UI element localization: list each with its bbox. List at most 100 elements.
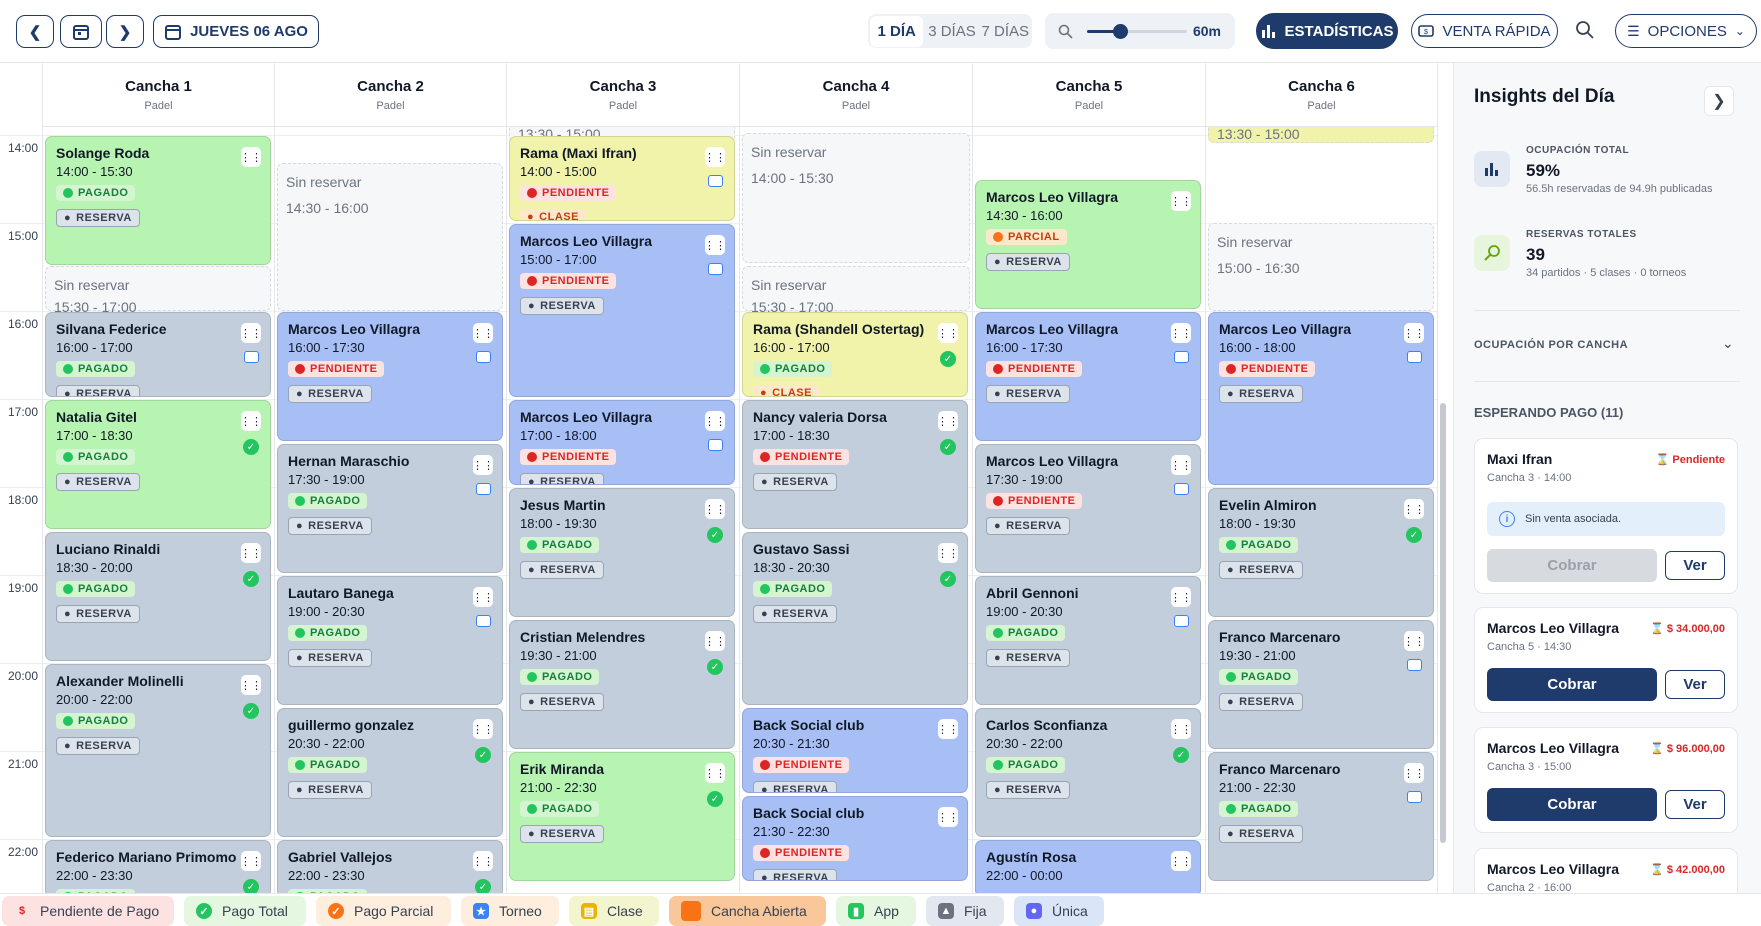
drag-handle-icon[interactable]: ⋮⋮ xyxy=(472,719,494,739)
booking-card[interactable]: Silvana Federice 16:00 - 17:00 PAGADO ● RESE… xyxy=(45,312,271,397)
cobrar-button[interactable]: Cobrar xyxy=(1487,668,1657,701)
legend-fixed[interactable]: ▲ Fija xyxy=(926,896,1004,926)
drag-handle-icon[interactable]: ⋮⋮ xyxy=(240,543,262,563)
booking-card[interactable]: Franco Marcenaro 19:30 - 21:00 PAGADO ● RESE… xyxy=(1208,620,1434,749)
booking-card[interactable]: Marcos Leo Villagra 16:00 - 17:30 PENDIENT… xyxy=(975,312,1201,441)
booking-card[interactable]: Lautaro Banega 19:00 - 20:30 PAGADO ● RESERV… xyxy=(277,576,503,705)
drag-handle-icon[interactable]: ⋮⋮ xyxy=(937,807,959,827)
booking-card[interactable]: Rama (Shandell Ostertag) 16:00 - 17:00 PAG… xyxy=(742,312,968,397)
free-slot[interactable]: Sin reservar 14:00 - 15:30 xyxy=(742,133,970,263)
booking-card[interactable]: Cristian Melendres 19:30 - 21:00 PAGADO ● RE… xyxy=(509,620,735,749)
free-slot[interactable]: Sin reservar 15:00 - 16:30 xyxy=(1208,223,1434,311)
booking-card[interactable]: Jesus Martin 18:00 - 19:30 PAGADO ● RESERVA ⋮… xyxy=(509,488,735,617)
free-slot[interactable]: Sin reservar 15:30 - 17:00 xyxy=(742,266,970,315)
drag-handle-icon[interactable]: ⋮⋮ xyxy=(937,411,959,431)
booking-card[interactable]: Gustavo Sassi 18:30 - 20:30 PAGADO ● RESERVA… xyxy=(742,532,968,705)
zoom-slider-handle[interactable] xyxy=(1113,24,1128,39)
drag-handle-icon[interactable]: ⋮⋮ xyxy=(704,763,726,783)
booking-card[interactable]: Agustín Rosa22:00 - 00:00●⋮⋮ xyxy=(975,840,1201,893)
booking-card[interactable]: Marcos Leo Villagra 16:00 - 17:30 PENDIENT… xyxy=(277,312,503,441)
view-7-days[interactable]: 7 DÍAS xyxy=(979,23,1032,40)
next-day-button[interactable]: ❯ xyxy=(106,15,144,48)
drag-handle-icon[interactable]: ⋮⋮ xyxy=(472,851,494,871)
booking-card[interactable]: Back Social club 20:30 - 21:30 PENDIENTE ● R… xyxy=(742,708,968,793)
booking-card[interactable]: Marcos Leo Villagra 17:00 - 18:00 PENDIENT… xyxy=(509,400,735,485)
quick-sale-button[interactable]: $ VENTA RÁPIDA xyxy=(1411,14,1558,48)
booking-card[interactable]: Solange Roda 14:00 - 15:30 PAGADO ● RESERVA ⋮… xyxy=(45,136,271,265)
drag-handle-icon[interactable]: ⋮⋮ xyxy=(704,499,726,519)
drag-handle-icon[interactable]: ⋮⋮ xyxy=(704,147,726,167)
legend-app[interactable]: ▮ App xyxy=(836,896,916,926)
view-1-day[interactable]: 1 DÍA xyxy=(870,15,924,47)
legend-open-court[interactable]: Cancha Abierta xyxy=(669,896,826,926)
booking-card[interactable]: Marcos Leo Villagra 14:30 - 16:00 PARCIAL ●… xyxy=(975,180,1201,309)
drag-handle-icon[interactable]: ⋮⋮ xyxy=(704,631,726,651)
legend-pending[interactable]: $ Pendiente de Pago xyxy=(2,896,174,926)
drag-handle-icon[interactable]: ⋮⋮ xyxy=(1170,323,1192,343)
drag-handle-icon[interactable]: ⋮⋮ xyxy=(1170,851,1192,871)
drag-handle-icon[interactable]: ⋮⋮ xyxy=(1170,191,1192,211)
drag-handle-icon[interactable]: ⋮⋮ xyxy=(937,323,959,343)
booking-card[interactable]: Nancy valeria Dorsa 17:00 - 18:30 PENDIENT… xyxy=(742,400,968,529)
booking-card[interactable]: Erik Miranda 21:00 - 22:30 PAGADO ● RESERVA ⋮… xyxy=(509,752,735,881)
booking-card[interactable]: Hernan Maraschio 17:30 - 19:00 PAGADO ● RESE… xyxy=(277,444,503,573)
booking-card[interactable]: guillermo gonzalez 20:30 - 22:00 PAGADO ● RE… xyxy=(277,708,503,837)
drag-handle-icon[interactable]: ⋮⋮ xyxy=(1170,455,1192,475)
free-slot[interactable]: Sin reservar 15:30 - 17:00 xyxy=(45,266,271,315)
booking-card[interactable]: Back Social club 21:30 - 22:30 PENDIENTE ● R… xyxy=(742,796,968,881)
calendar-button[interactable] xyxy=(60,15,102,48)
cobrar-button[interactable]: Cobrar xyxy=(1487,549,1657,582)
drag-handle-icon[interactable]: ⋮⋮ xyxy=(240,323,262,343)
drag-handle-icon[interactable]: ⋮⋮ xyxy=(1403,631,1425,651)
booking-card[interactable]: Alexander Molinelli 20:00 - 22:00 PAGADO ● R… xyxy=(45,664,271,837)
free-slot[interactable]: Sin reservar 14:30 - 16:00 xyxy=(277,163,503,311)
booking-card[interactable]: Abril Gennoni 19:00 - 20:30 PAGADO ● RESERVA… xyxy=(975,576,1201,705)
chevron-down-icon[interactable]: ⌄ xyxy=(1722,335,1734,352)
drag-handle-icon[interactable]: ⋮⋮ xyxy=(1403,323,1425,343)
drag-handle-icon[interactable]: ⋮⋮ xyxy=(704,235,726,255)
drag-handle-icon[interactable]: ⋮⋮ xyxy=(240,851,262,871)
drag-handle-icon[interactable]: ⋮⋮ xyxy=(472,587,494,607)
booking-card[interactable]: Natalia Gitel 17:00 - 18:30 PAGADO ● RESERVA… xyxy=(45,400,271,529)
booking-card[interactable]: Marcos Leo Villagra 16:00 - 18:00 PENDIENT… xyxy=(1208,312,1434,485)
legend-tournament[interactable]: ★ Torneo xyxy=(461,896,559,926)
cobrar-button[interactable]: Cobrar xyxy=(1487,788,1657,821)
booking-card[interactable]: Evelin Almiron 18:00 - 19:30 PAGADO ● RESERV… xyxy=(1208,488,1434,617)
booking-card[interactable]: Luciano Rinaldi 18:30 - 20:00 PAGADO ● RESER… xyxy=(45,532,271,661)
booking-card[interactable]: Franco Marcenaro 21:00 - 22:30 PAGADO ● RESE… xyxy=(1208,752,1434,881)
view-3-days[interactable]: 3 DÍAS xyxy=(925,23,978,40)
drag-handle-icon[interactable]: ⋮⋮ xyxy=(937,543,959,563)
options-button[interactable]: ☰ OPCIONES ⌄ xyxy=(1615,14,1757,48)
booking-card[interactable]: Gabriel Vallejos22:00 - 23:30PAGADO●RESE… xyxy=(277,840,503,893)
booking-card[interactable]: Rama (Maxi Ifran) 14:00 - 15:00 PENDIENTE ●… xyxy=(509,136,735,221)
occupancy-by-court-toggle[interactable]: OCUPACIÓN POR CANCHA xyxy=(1474,339,1628,351)
booking-card[interactable]: Marcos Leo Villagra 15:00 - 17:00 PENDIENT… xyxy=(509,224,735,397)
booking-card[interactable]: Federico Mariano Primomo 22:00 - 23:30PAG… xyxy=(45,840,271,893)
drag-handle-icon[interactable]: ⋮⋮ xyxy=(240,147,262,167)
legend-partial[interactable]: ✓ Pago Parcial xyxy=(316,896,451,926)
drag-handle-icon[interactable]: ⋮⋮ xyxy=(1403,499,1425,519)
ver-button[interactable]: Ver xyxy=(1665,790,1725,819)
drag-handle-icon[interactable]: ⋮⋮ xyxy=(937,719,959,739)
search-icon[interactable] xyxy=(1575,20,1595,45)
drag-handle-icon[interactable]: ⋮⋮ xyxy=(240,675,262,695)
drag-handle-icon[interactable]: ⋮⋮ xyxy=(1403,763,1425,783)
ver-button[interactable]: Ver xyxy=(1665,670,1725,699)
legend-single[interactable]: ● Única xyxy=(1014,896,1104,926)
drag-handle-icon[interactable]: ⋮⋮ xyxy=(240,411,262,431)
grid-scrollbar[interactable] xyxy=(1440,403,1446,843)
drag-handle-icon[interactable]: ⋮⋮ xyxy=(472,323,494,343)
collapse-panel-button[interactable]: ❯ xyxy=(1704,86,1734,116)
prev-day-button[interactable]: ❮ xyxy=(16,15,54,48)
booking-card[interactable]: Carlos Sconfianza 20:30 - 22:00 PAGADO ● RES… xyxy=(975,708,1201,837)
ver-button[interactable]: Ver xyxy=(1665,551,1725,580)
statistics-button[interactable]: ESTADÍSTICAS xyxy=(1256,13,1398,49)
drag-handle-icon[interactable]: ⋮⋮ xyxy=(1170,587,1192,607)
legend-paid[interactable]: ✓ Pago Total xyxy=(184,896,306,926)
drag-handle-icon[interactable]: ⋮⋮ xyxy=(472,455,494,475)
drag-handle-icon[interactable]: ⋮⋮ xyxy=(1170,719,1192,739)
date-picker-button[interactable]: JUEVES 06 AGO xyxy=(153,15,319,48)
drag-handle-icon[interactable]: ⋮⋮ xyxy=(704,411,726,431)
booking-card[interactable]: Marcos Leo Villagra 17:30 - 19:00 PENDIENT… xyxy=(975,444,1201,573)
legend-class[interactable]: ▤ Clase xyxy=(569,896,659,926)
